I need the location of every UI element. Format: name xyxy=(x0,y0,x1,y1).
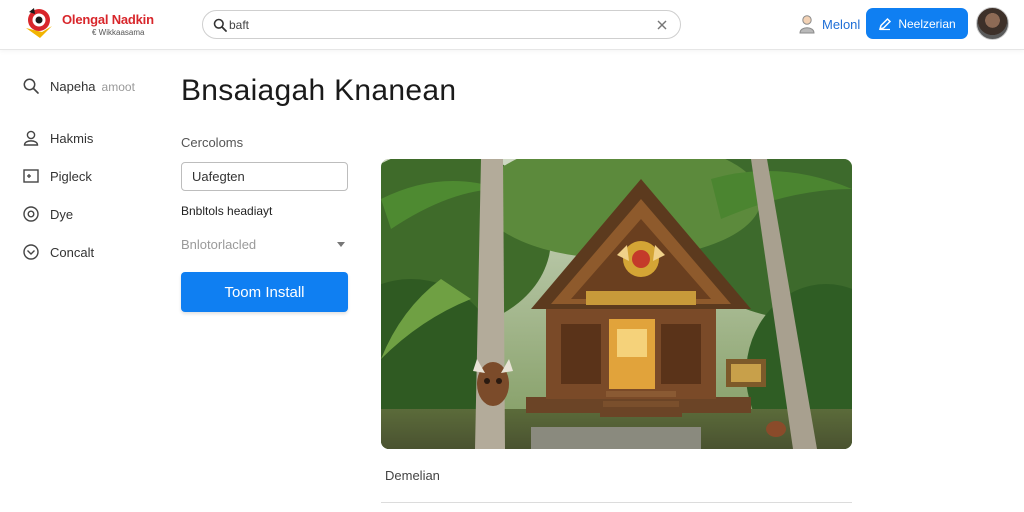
section-label: Bnbltols headiayt xyxy=(181,204,273,218)
search-icon xyxy=(23,78,39,94)
sidebar-item-label: Dye xyxy=(50,206,74,222)
field-label: Cercoloms xyxy=(181,135,244,150)
sidebar-item-hakmis[interactable]: Hakmis xyxy=(22,126,162,150)
sidebar-item-label: Pigleck xyxy=(50,168,92,184)
sidebar-item-extra: amoot xyxy=(101,79,135,94)
image-icon xyxy=(23,169,39,183)
brand-title: Olengal Nadkin xyxy=(62,12,154,27)
hero-image xyxy=(381,159,852,449)
brand-logo[interactable]: Olengal Nadkin € Wikkaasama xyxy=(22,4,162,44)
sidebar-item-label: Concalt xyxy=(50,244,95,260)
top-bar: Olengal Nadkin € Wikkaasama Melonl Neelz… xyxy=(0,0,1024,50)
temple-photo xyxy=(381,159,852,449)
install-button-label: Toom Install xyxy=(224,283,305,301)
user-icon xyxy=(23,130,39,146)
primary-action-label: Neelzerian xyxy=(898,16,956,31)
at-sign-icon xyxy=(23,206,39,222)
divider xyxy=(381,502,852,503)
sidebar-item-concalt[interactable]: Concalt xyxy=(22,240,162,264)
chevron-down-icon xyxy=(337,241,345,247)
sidebar-item-dye[interactable]: Dye xyxy=(22,202,162,226)
image-caption: Demelian xyxy=(385,468,440,483)
edit-icon xyxy=(879,17,892,30)
dropdown-select[interactable]: Bnlotorlacled xyxy=(181,234,348,254)
sidebar-item-label: Napeha xyxy=(50,78,96,94)
text-field[interactable] xyxy=(181,162,348,191)
page-title: Bnsaiagah Knanean xyxy=(181,74,457,107)
sidebar-item-napeha[interactable]: Napeha amoot xyxy=(22,74,162,98)
search-bar[interactable] xyxy=(202,10,681,39)
sidebar-item-label: Hakmis xyxy=(50,130,94,146)
person-icon xyxy=(799,15,815,34)
sidebar-item-pigleck[interactable]: Pigleck xyxy=(22,164,162,188)
primary-action-button[interactable]: Neelzerian xyxy=(866,8,968,39)
logo-mark-icon xyxy=(26,8,52,38)
profile-label: Melonl xyxy=(822,16,861,32)
chevron-circle-icon xyxy=(23,244,39,260)
install-button[interactable]: Toom Install xyxy=(181,272,348,312)
search-input[interactable] xyxy=(229,16,649,34)
dropdown-value: Bnlotorlacled xyxy=(181,236,257,252)
search-icon xyxy=(213,18,227,32)
profile-link[interactable]: Melonl xyxy=(798,13,860,35)
user-avatar[interactable] xyxy=(976,7,1009,40)
close-icon[interactable] xyxy=(656,19,668,31)
brand-subtitle: € Wikkaasama xyxy=(92,28,145,37)
